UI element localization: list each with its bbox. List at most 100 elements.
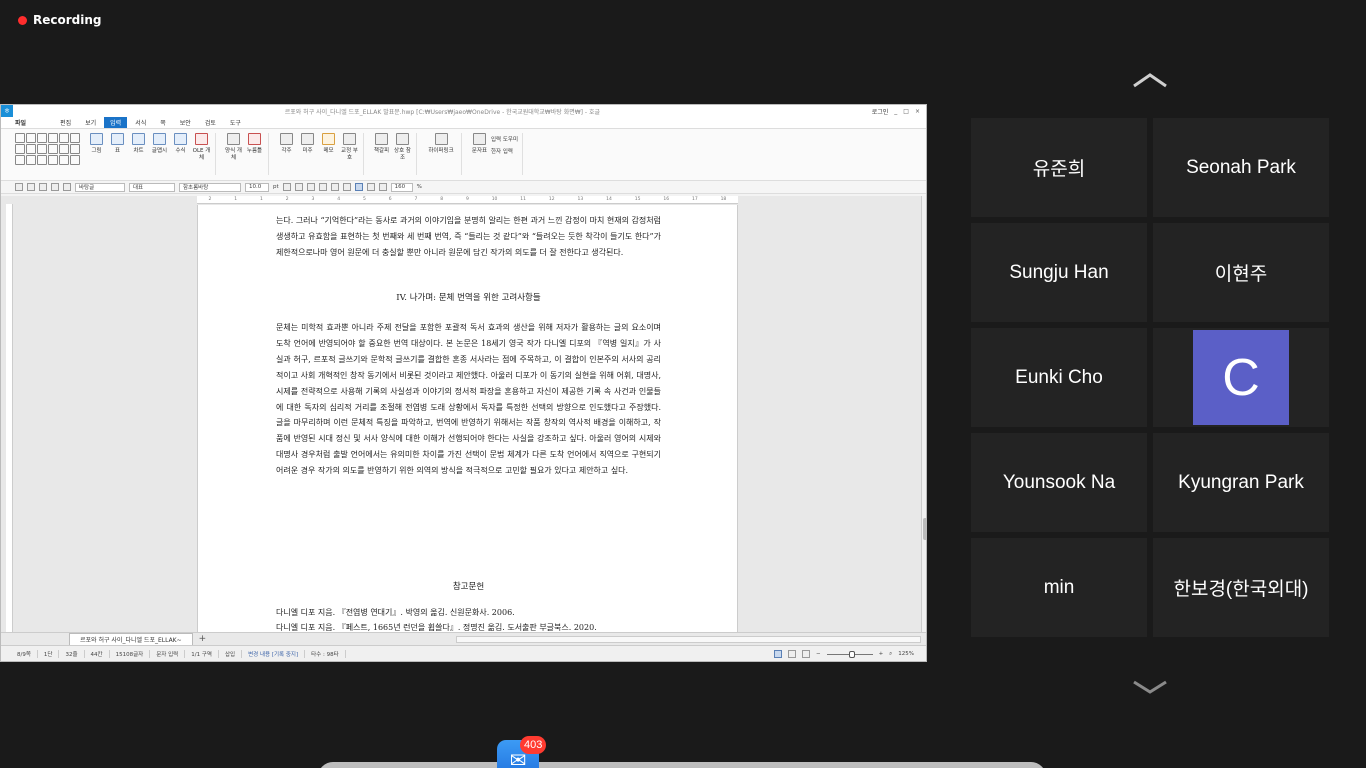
form-object-button[interactable]: 양식 개체 [224, 133, 243, 162]
document-menubar: 파일 편집 보기 입력 서식 쪽 보안 검토 도구 [1, 117, 926, 129]
menu-view[interactable]: 보기 [79, 117, 102, 128]
symbol-button[interactable]: 문자표 [470, 133, 489, 155]
align-distribute-icon[interactable] [378, 183, 387, 191]
line-spacing-unit: % [416, 184, 422, 190]
menu-format[interactable]: 서식 [129, 117, 152, 128]
participant-name: 한보경(한국외대) [1173, 579, 1309, 600]
view-page-icon[interactable] [801, 650, 810, 658]
participant-tile[interactable]: 유준희 [971, 118, 1147, 217]
hanja-input-button[interactable]: 한자 입력 [491, 147, 518, 155]
bold-icon[interactable] [282, 183, 291, 191]
insert-wordart-button[interactable]: 글맵시 [150, 133, 169, 155]
participant-tile[interactable]: min [971, 538, 1147, 637]
scroll-thumb[interactable] [923, 518, 926, 540]
document-window-title: 르포와 허구 사이_다니엘 드포_ELLAK 발표문.hwp [C:₩Users… [284, 108, 601, 116]
zoom-in-icon[interactable]: + [879, 651, 884, 657]
view-normal-icon[interactable] [773, 650, 782, 658]
italic-icon[interactable] [294, 183, 303, 191]
new-doc-icon[interactable] [15, 183, 23, 191]
click-field-button[interactable]: 누름틀 [245, 133, 264, 155]
participant-name: 유준희 [1032, 159, 1086, 180]
ribbon-group-forms: 양식 개체 누름틀 [220, 133, 269, 175]
ole-icon [195, 133, 208, 145]
menu-edit[interactable]: 편집 [54, 117, 77, 128]
status-column: 1단 [38, 650, 60, 658]
participant-tile[interactable]: C [1153, 328, 1329, 427]
add-tab-button[interactable]: + [199, 634, 207, 644]
menu-review[interactable]: 검토 [199, 117, 222, 128]
undo-icon[interactable] [63, 183, 71, 191]
zoom-magnifier-icon[interactable]: ⌕ [889, 651, 892, 658]
reference-item-2: 다니엘 디포 지음. 『페스트, 1665년 런던을 휩쓸다』. 정명진 옮김.… [276, 623, 597, 632]
participant-tile[interactable]: Kyungran Park [1153, 433, 1329, 532]
underline-icon[interactable] [306, 183, 315, 191]
close-icon[interactable]: × [915, 108, 920, 115]
menu-page[interactable]: 쪽 [154, 117, 172, 128]
vertical-scrollbar[interactable] [921, 196, 926, 632]
language-select[interactable]: 대표 [129, 182, 175, 192]
status-char-count: 15108글자 [110, 650, 151, 658]
insert-ole-button[interactable]: OLE 개체 [192, 133, 211, 162]
participant-tile[interactable]: Younsook Na [971, 433, 1147, 532]
gallery-previous-page[interactable] [1130, 68, 1170, 92]
align-justify-icon[interactable] [330, 183, 339, 191]
login-button[interactable]: 로그인 [872, 107, 889, 116]
document-tab[interactable]: 르포와 허구 사이_다니엘 드포_ELLAK~ [69, 633, 193, 645]
view-web-icon[interactable] [787, 650, 796, 658]
endnote-button[interactable]: 미주 [298, 133, 317, 155]
status-insert-mode[interactable]: 삽입 [219, 650, 243, 658]
maximize-icon[interactable]: □ [903, 108, 909, 115]
menu-tools[interactable]: 도구 [224, 117, 247, 128]
zoom-slider-knob[interactable] [848, 650, 855, 658]
insert-table-button[interactable]: 표 [108, 133, 127, 155]
insert-chart-button[interactable]: 차트 [129, 133, 148, 155]
participant-tile[interactable]: Eunki Cho [971, 328, 1147, 427]
participant-tile[interactable]: 한보경(한국외대) [1153, 538, 1329, 637]
symbol-icon [473, 133, 486, 145]
font-select[interactable]: 함초롬바탕 [179, 182, 241, 192]
zoom-slider[interactable] [826, 650, 873, 658]
participant-tile[interactable]: Seonah Park [1153, 118, 1329, 217]
insert-equation-button[interactable]: 수식 [171, 133, 190, 155]
minimize-icon[interactable]: _ [894, 108, 897, 115]
wordart-icon [153, 133, 166, 145]
font-color-icon[interactable] [318, 183, 327, 191]
font-size-input[interactable]: 10.0 [245, 182, 269, 192]
menu-security[interactable]: 보안 [174, 117, 197, 128]
shape-gallery[interactable] [15, 133, 80, 167]
body-paragraph-1: 는다. 그러나 “기억한다”라는 동사로 과거의 이야기임을 분명히 알리는 한… [276, 216, 661, 257]
status-track-changes[interactable]: 변경 내용 [기록 중지] [242, 650, 306, 658]
zoom-out-icon[interactable]: − [816, 651, 821, 657]
chevron-up-icon [1133, 73, 1167, 88]
proofread-mark-button[interactable]: 교정 부호 [340, 133, 359, 162]
gallery-next-page[interactable] [1130, 675, 1170, 699]
menu-file[interactable]: 파일 [9, 117, 32, 128]
cross-reference-button[interactable]: 상호 참조 [393, 133, 412, 162]
participant-name: 이현주 [1214, 264, 1268, 285]
cross-reference-icon [396, 133, 409, 145]
participant-name: Eunki Cho [1015, 366, 1103, 388]
line-spacing-input[interactable]: 160 [390, 182, 413, 192]
save-icon[interactable] [39, 183, 47, 191]
hyperlink-button[interactable]: 하이퍼링크 [425, 133, 457, 155]
footnote-button[interactable]: 각주 [277, 133, 296, 155]
reference-item-1: 다니엘 디포 지음. 『전염병 연대기』. 박영의 옮김. 신원문화사. 200… [276, 608, 515, 617]
mail-unread-badge: 403 [520, 736, 547, 754]
align-right-icon[interactable] [366, 183, 375, 191]
participant-tile[interactable]: 이현주 [1153, 223, 1329, 322]
style-select[interactable]: 바탕글 [75, 182, 125, 192]
memo-button[interactable]: 메모 [319, 133, 338, 155]
input-helper-button[interactable]: 입력 도우미 [491, 135, 518, 143]
bookmark-button[interactable]: 책갈피 [372, 133, 391, 155]
document-page[interactable]: 는다. 그러나 “기억한다”라는 동사로 과거의 이야기임을 분명히 알리는 한… [197, 205, 738, 632]
participant-tile[interactable]: Sungju Han [971, 223, 1147, 322]
print-icon[interactable] [51, 183, 59, 191]
align-center-icon[interactable] [354, 183, 363, 191]
insert-picture-button[interactable]: 그림 [87, 133, 106, 155]
form-icon [227, 133, 240, 145]
open-icon[interactable] [27, 183, 35, 191]
menu-insert[interactable]: 입력 [104, 117, 128, 128]
status-cell: 44칸 [85, 650, 110, 658]
align-left-icon[interactable] [342, 183, 351, 191]
horizontal-scrollbar[interactable] [456, 636, 921, 643]
